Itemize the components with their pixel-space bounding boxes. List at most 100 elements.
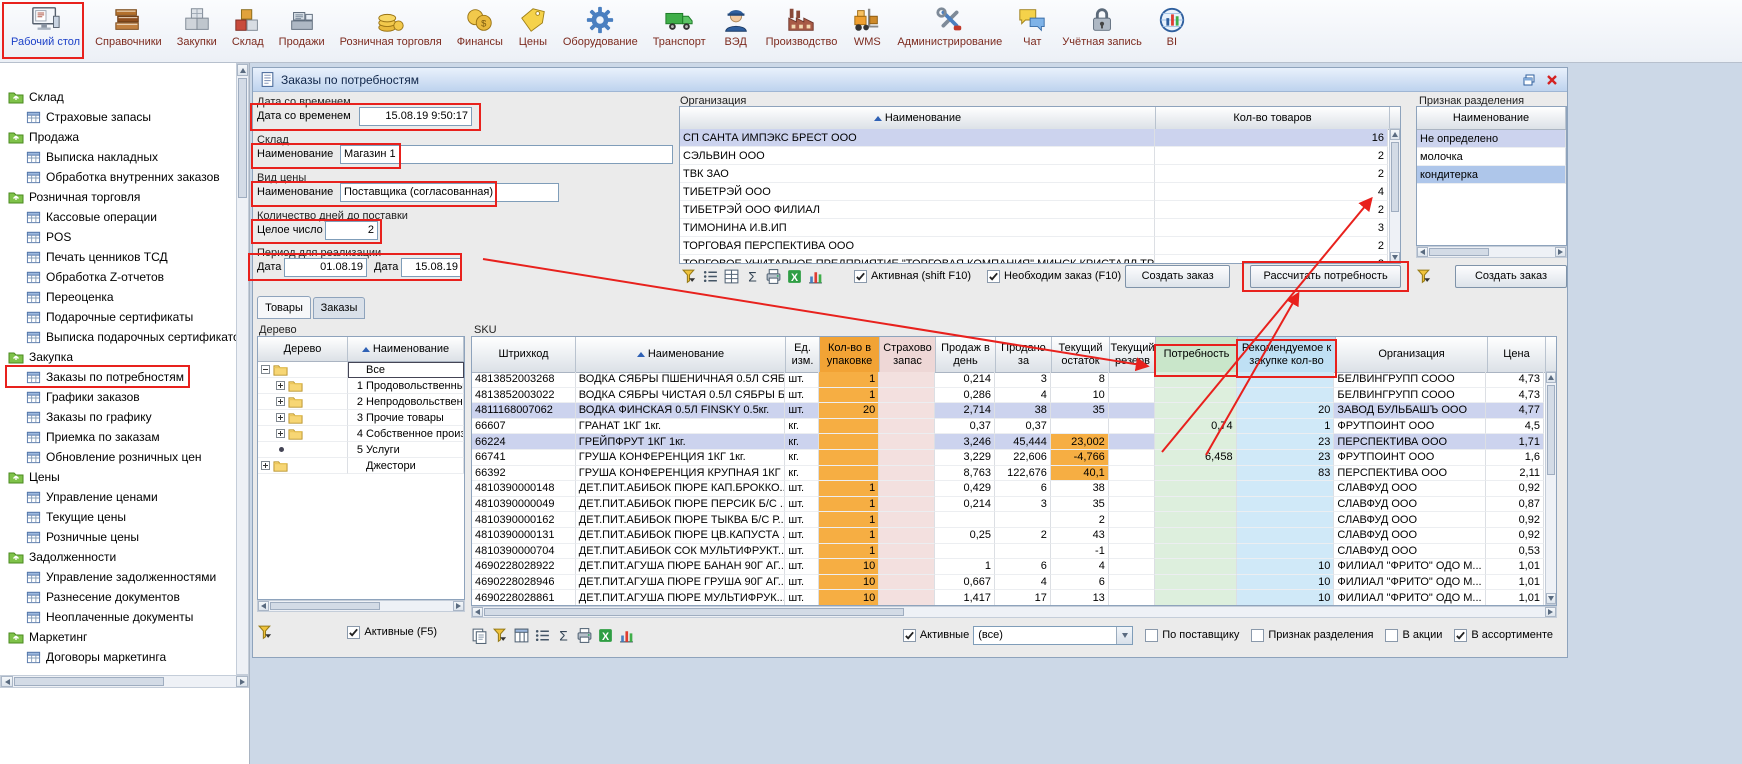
sidebar-item[interactable]: Переоценка bbox=[0, 287, 236, 307]
grid-icon[interactable] bbox=[723, 268, 740, 285]
toolbar-item-lock[interactable]: Учётная запись bbox=[1055, 3, 1149, 49]
sum-icon[interactable]: Σ bbox=[744, 268, 761, 285]
toolbar-item-purchases[interactable]: Закупки bbox=[170, 3, 224, 49]
sku-column-header-sold[interactable]: Продано за bbox=[996, 337, 1052, 372]
excel-icon[interactable]: X bbox=[597, 627, 614, 644]
active-checkbox[interactable]: Активная (shift F10) bbox=[854, 270, 971, 283]
in-promo-checkbox[interactable]: В акции bbox=[1385, 629, 1442, 642]
sku-table-row[interactable]: 66392ГРУША КОНФЕРЕНЦИЯ КРУПНАЯ 1КГ 1...к… bbox=[472, 466, 1544, 482]
toolbar-item-books[interactable]: Справочники bbox=[88, 3, 169, 49]
tree-name-column-header[interactable]: Наименование bbox=[348, 337, 464, 361]
sku-column-header-rec[interactable]: Рекомендуемое к закупке кол-во bbox=[1238, 337, 1336, 372]
by-supplier-checkbox[interactable]: По поставщику bbox=[1145, 629, 1239, 642]
sidebar-item[interactable]: Управление задолженностями bbox=[0, 567, 236, 587]
filter-menu-icon[interactable] bbox=[257, 624, 274, 641]
list-icon[interactable] bbox=[702, 268, 719, 285]
org-table-row[interactable]: ТИБЕТРЭЙ ООО ФИЛИАЛ2 bbox=[680, 201, 1388, 219]
sidebar-item[interactable]: Страховые запасы bbox=[0, 107, 236, 127]
sku-table-row[interactable]: 4813852003022ВОДКА СЯБРЫ ЧИСТАЯ 0.5Л СЯБ… bbox=[472, 388, 1544, 404]
sku-table-row[interactable]: 4810390000148ДЕТ.ПИТ.АБИБОК ПЮРЕ КАП.БРО… bbox=[472, 481, 1544, 497]
calculate-need-button[interactable]: Рассчитать потребность bbox=[1250, 265, 1401, 288]
tree-row[interactable]: 3Прочие товары bbox=[258, 410, 464, 426]
toolbar-item-factory[interactable]: Производство bbox=[759, 3, 845, 49]
sku-table-row[interactable]: 4690228028861ДЕТ.ПИТ.АГУША ПЮРЕ МУЛЬТИФР… bbox=[472, 590, 1544, 605]
close-button[interactable] bbox=[1543, 72, 1561, 88]
sku-table-row[interactable]: 4810390000049ДЕТ.ПИТ.АБИБОК ПЮРЕ ПЕРСИК … bbox=[472, 497, 1544, 513]
split-sign-checkbox[interactable]: Признак разделения bbox=[1251, 629, 1373, 642]
expand-icon[interactable] bbox=[276, 397, 285, 406]
org-table-row[interactable]: ТОРГОВАЯ ПЕРСПЕКТИВА ООО2 bbox=[680, 237, 1388, 255]
create-order-button[interactable]: Создать заказ bbox=[1125, 265, 1230, 288]
chart-icon[interactable] bbox=[618, 627, 635, 644]
org-table-row[interactable]: ТОРГОВОЕ УНИТАРНОЕ ПРЕДПРИЯТИЕ "ТОРГОВАЯ… bbox=[680, 255, 1388, 263]
tab-tovary[interactable]: Товары bbox=[257, 296, 311, 319]
sku-table-row[interactable]: 66741ГРУША КОНФЕРЕНЦИЯ 1КГ 1кг.кг.3,2292… bbox=[472, 450, 1544, 466]
sidebar-vertical-scrollbar[interactable] bbox=[236, 63, 249, 675]
toolbar-item-coins[interactable]: Розничная торговля bbox=[333, 3, 449, 49]
columns-icon[interactable] bbox=[513, 627, 530, 644]
toolbar-item-customs[interactable]: ВЭД bbox=[714, 3, 758, 49]
sku-column-header-pack[interactable]: Кол-во в упаковке bbox=[820, 337, 880, 372]
tree-column-header[interactable]: Дерево bbox=[258, 337, 348, 361]
tree-row[interactable]: 2Непродовольственны bbox=[258, 394, 464, 410]
sidebar-item[interactable]: Розничные цены bbox=[0, 527, 236, 547]
sidebar-group-4[interactable]: Цены bbox=[0, 467, 236, 487]
expand-icon[interactable] bbox=[276, 413, 285, 422]
sidebar-item[interactable]: Печать ценников ТСД bbox=[0, 247, 236, 267]
toolbar-item-cash-register[interactable]: Продажи bbox=[272, 3, 332, 49]
sku-table-row[interactable]: 4810390000704ДЕТ.ПИТ.АБИБОК СОК МУЛЬТИФР… bbox=[472, 544, 1544, 560]
sidebar-item[interactable]: Заказы по потребностям bbox=[0, 367, 236, 387]
sidebar-horizontal-scrollbar[interactable] bbox=[0, 675, 249, 688]
tree-row[interactable]: 4Собственное произво bbox=[258, 426, 464, 442]
period-from-input[interactable]: 01.08.19 bbox=[284, 258, 367, 277]
sidebar-group-6[interactable]: Маркетинг bbox=[0, 627, 236, 647]
tree-row[interactable]: 1Продовольственные т bbox=[258, 378, 464, 394]
list-icon[interactable] bbox=[534, 627, 551, 644]
sku-table-row[interactable]: 4811168007062ВОДКА ФИНСКАЯ 0.5Л FINSKY 0… bbox=[472, 403, 1544, 419]
sku-column-header-price[interactable]: Цена bbox=[1488, 337, 1546, 372]
sidebar-group-3[interactable]: Закупка bbox=[0, 347, 236, 367]
org-count-column-header[interactable]: Кол-во товаров bbox=[1156, 107, 1390, 129]
sku-column-header-barcode[interactable]: Штрихкод bbox=[472, 337, 576, 372]
filter-menu-icon[interactable] bbox=[492, 627, 509, 644]
toolbar-item-tools[interactable]: Администрирование bbox=[890, 3, 1009, 49]
sku-table-row[interactable]: 4810390000131ДЕТ.ПИТ.АБИБОК ПЮРЕ ЦВ.КАПУ… bbox=[472, 528, 1544, 544]
create-order-button[interactable]: Создать заказ bbox=[1455, 265, 1567, 288]
sku-column-header-name[interactable]: Наименование bbox=[576, 337, 786, 372]
sku-vertical-scrollbar[interactable] bbox=[1545, 371, 1557, 605]
sku-table-row[interactable]: 4690228028946ДЕТ.ПИТ.АГУША ПЮРЕ ГРУША 90… bbox=[472, 575, 1544, 591]
sidebar-item[interactable]: Текущие цены bbox=[0, 507, 236, 527]
tree-row[interactable]: Джестори bbox=[258, 458, 464, 474]
chart-icon[interactable] bbox=[807, 268, 824, 285]
sku-active-checkbox[interactable]: Активные bbox=[903, 629, 969, 642]
sidebar-item[interactable]: Приемка по заказам bbox=[0, 427, 236, 447]
sidebar-item[interactable]: Управление ценами bbox=[0, 487, 236, 507]
days-input[interactable]: 2 bbox=[325, 221, 378, 240]
sidebar-item[interactable]: Графики заказов bbox=[0, 387, 236, 407]
sidebar-group-0[interactable]: Склад bbox=[0, 87, 236, 107]
sku-table-row[interactable]: 66607ГРАНАТ 1КГ 1кг.кг.0,370,370,741ФРУТ… bbox=[472, 419, 1544, 435]
tree-active-checkbox[interactable]: Активные (F5) bbox=[347, 626, 437, 639]
org-table-row[interactable]: СЭЛЬВИН ООО2 bbox=[680, 147, 1388, 165]
sku-table-row[interactable]: 66224ГРЕЙПФРУТ 1КГ 1кг.кг.3,24645,44423,… bbox=[472, 434, 1544, 450]
toolbar-item-desktop[interactable]: Рабочий стол bbox=[4, 3, 87, 49]
filter-menu-icon[interactable] bbox=[681, 268, 698, 285]
sidebar-group-2[interactable]: Розничная торговля bbox=[0, 187, 236, 207]
toolbar-item-warehouse[interactable]: Склад bbox=[225, 3, 271, 49]
toolbar-item-chat[interactable]: Чат bbox=[1010, 3, 1054, 49]
datetime-input[interactable]: 15.08.19 9:50:17 bbox=[359, 107, 472, 126]
sku-column-header-need[interactable]: Потребность bbox=[1156, 337, 1238, 372]
warehouse-input[interactable]: Магазин 1 bbox=[340, 145, 673, 164]
split-sign-row[interactable]: Не определено bbox=[1417, 130, 1566, 148]
tree-row[interactable]: 5Услуги bbox=[258, 442, 464, 458]
sidebar-item[interactable]: Обработка внутренних заказов bbox=[0, 167, 236, 187]
sidebar-group-5[interactable]: Задолженности bbox=[0, 547, 236, 567]
sku-table-row[interactable]: 4813852003268ВОДКА СЯБРЫ ПШЕНИЧНАЯ 0.5Л … bbox=[472, 372, 1544, 388]
toolbar-item-finance[interactable]: $Финансы bbox=[450, 3, 510, 49]
collapse-icon[interactable] bbox=[261, 365, 270, 374]
org-table-row[interactable]: ТИМОНИНА И.В.ИП3 bbox=[680, 219, 1388, 237]
sidebar-group-1[interactable]: Продажа bbox=[0, 127, 236, 147]
print-icon[interactable] bbox=[765, 268, 782, 285]
restore-button[interactable] bbox=[1520, 72, 1538, 88]
filter-dropdown[interactable]: (все) bbox=[973, 626, 1133, 645]
